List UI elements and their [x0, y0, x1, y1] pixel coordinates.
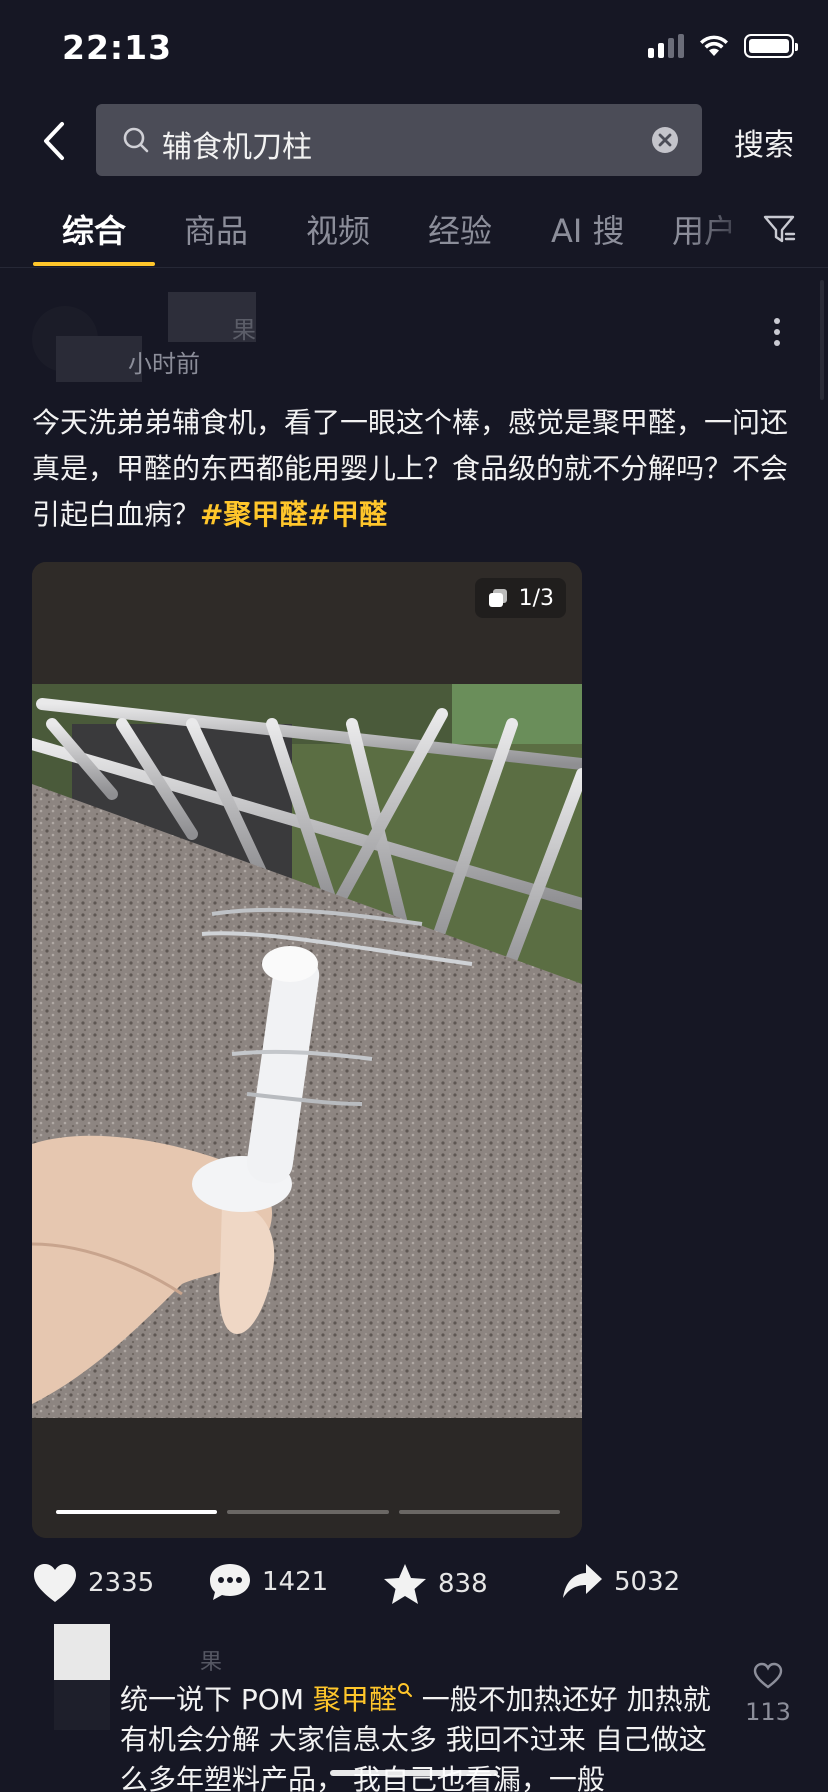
filter-icon[interactable]: [762, 212, 796, 246]
search-icon: [123, 127, 149, 153]
status-time: 22:13: [62, 28, 173, 67]
status-bar: 22:13: [0, 0, 828, 96]
tabs-fade-overlay: [688, 196, 758, 266]
carousel-progress-segment: [56, 1510, 218, 1514]
scrollbar[interactable]: [820, 280, 824, 400]
more-options-icon[interactable]: [762, 312, 792, 352]
search-tabs: 综合 商品 视频 经验 AI 搜 用户: [0, 196, 828, 268]
image-counter-text: 1/3: [518, 585, 554, 611]
search-query-text: 辅食机刀柱: [162, 130, 312, 165]
post-body: 今天洗弟弟辅食机，看了一眼这个棒，感觉是聚甲醛，一问还真是，甲醛的东西都能用婴儿…: [32, 406, 789, 531]
battery-icon: [744, 34, 798, 58]
tab-ai-search[interactable]: AI 搜: [551, 206, 625, 252]
post-hashtags[interactable]: #聚甲醛#甲醛: [200, 498, 387, 531]
post-media-carousel[interactable]: 1/3: [32, 562, 582, 1538]
gallery-icon: [488, 589, 507, 607]
media-bottom-band: [32, 1418, 582, 1538]
redacted-block: [54, 1680, 110, 1730]
like-count: 2335: [88, 1568, 155, 1598]
favorite-button[interactable]: 838: [382, 1562, 488, 1606]
search-input[interactable]: 辅食机刀柱: [96, 104, 702, 176]
search-header: 辅食机刀柱 搜索: [0, 96, 828, 186]
heart-outline-icon: [753, 1662, 783, 1689]
post-photo[interactable]: [32, 684, 582, 1418]
tab-experience[interactable]: 经验: [428, 206, 492, 252]
comment-keyword-link[interactable]: 聚甲醛: [313, 1683, 397, 1716]
favorite-count: 838: [438, 1569, 488, 1599]
tab-comprehensive[interactable]: 综合: [62, 206, 126, 252]
tab-videos[interactable]: 视频: [306, 206, 370, 252]
comment-count: 1421: [262, 1567, 329, 1597]
image-counter: 1/3: [474, 578, 566, 618]
heart-icon: [34, 1564, 76, 1602]
share-count: 5032: [614, 1567, 681, 1597]
share-button[interactable]: 5032: [560, 1562, 680, 1602]
comment-like-count: 113: [745, 1698, 791, 1726]
share-arrow-icon: [563, 1564, 602, 1598]
carousel-progress-segment: [227, 1510, 389, 1514]
post-actions: 2335 1421 838 5032: [32, 1562, 792, 1614]
comment-author-name[interactable]: 果: [200, 1644, 222, 1676]
search-button[interactable]: 搜索: [734, 120, 794, 164]
cellular-signal-icon: [648, 34, 684, 58]
star-icon: [384, 1564, 426, 1604]
tab-products[interactable]: 商品: [184, 206, 248, 252]
top-comment[interactable]: 果 统一说下 POM 聚甲醛 一般不加热还好 加热就有机会分解 大家信息太多 我…: [32, 1620, 796, 1792]
post-author-row: 果 小时前: [32, 292, 792, 382]
avatar[interactable]: [54, 1624, 110, 1680]
search-icon: [397, 1683, 412, 1697]
comment-like-button[interactable]: 113: [740, 1662, 796, 1726]
comment-bubble-icon: [210, 1564, 250, 1600]
post-text[interactable]: 今天洗弟弟辅食机，看了一眼这个棒，感觉是聚甲醛，一问还真是，甲醛的东西都能用婴儿…: [32, 400, 792, 538]
active-tab-indicator: [33, 262, 155, 266]
comment-text-before: 统一说下 POM: [120, 1683, 313, 1716]
back-arrow-icon[interactable]: [36, 118, 72, 164]
home-indicator[interactable]: [330, 1770, 498, 1776]
status-icons: [648, 34, 798, 58]
post-time: 小时前: [128, 350, 200, 378]
clear-search-icon[interactable]: [650, 125, 680, 155]
carousel-progress: [56, 1510, 560, 1514]
like-button[interactable]: 2335: [32, 1562, 154, 1604]
author-name[interactable]: 果: [232, 310, 256, 345]
comment-button[interactable]: 1421: [208, 1562, 328, 1602]
wifi-icon: [700, 35, 728, 56]
carousel-progress-segment: [398, 1510, 560, 1514]
